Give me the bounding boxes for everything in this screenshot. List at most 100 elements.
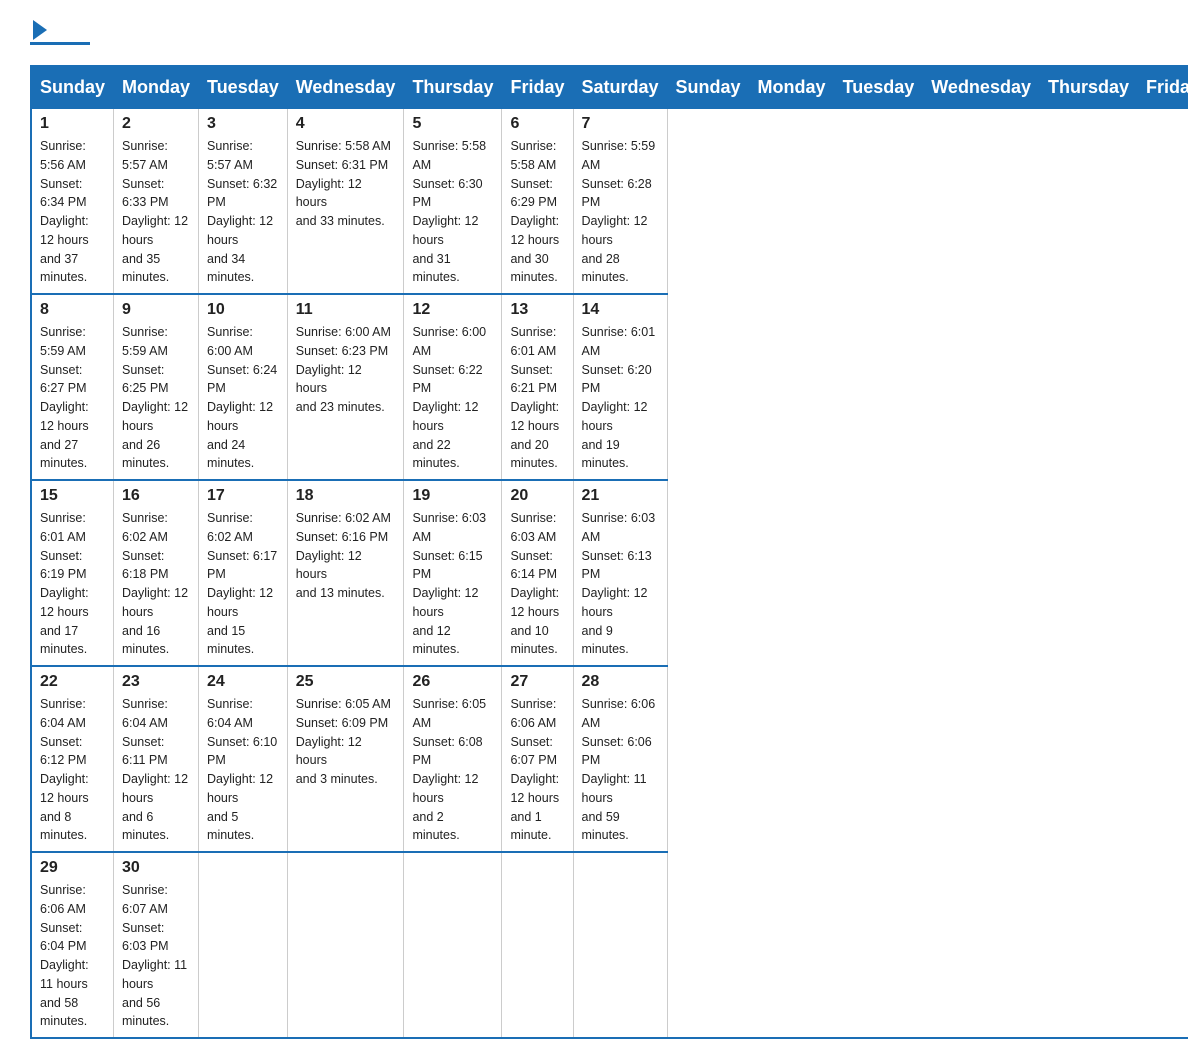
calendar-day-cell: 24 Sunrise: 6:04 AMSunset: 6:10 PMDayligh… — [199, 666, 288, 852]
calendar-day-cell: 26 Sunrise: 6:05 AMSunset: 6:08 PMDayligh… — [404, 666, 502, 852]
day-info: Sunrise: 5:59 AMSunset: 6:28 PMDaylight:… — [582, 137, 659, 287]
day-number: 8 — [40, 301, 105, 319]
day-info: Sunrise: 6:03 AMSunset: 6:15 PMDaylight:… — [412, 509, 493, 659]
day-number: 17 — [207, 487, 279, 505]
day-number: 7 — [582, 115, 659, 133]
calendar-day-cell: 21 Sunrise: 6:03 AMSunset: 6:13 PMDayligh… — [573, 480, 667, 666]
calendar-week-row: 29 Sunrise: 6:06 AMSunset: 6:04 PMDayligh… — [31, 852, 1188, 1038]
day-info: Sunrise: 6:00 AMSunset: 6:24 PMDaylight:… — [207, 323, 279, 473]
calendar-day-cell: 30 Sunrise: 6:07 AMSunset: 6:03 PMDayligh… — [114, 852, 199, 1038]
day-info: Sunrise: 6:06 AMSunset: 6:06 PMDaylight:… — [582, 695, 659, 845]
calendar-day-cell: 14 Sunrise: 6:01 AMSunset: 6:20 PMDayligh… — [573, 294, 667, 480]
day-number: 21 — [582, 487, 659, 505]
calendar-day-cell: 5Sunrise: 5:58 AMSunset: 6:30 PMDaylight… — [404, 109, 502, 295]
calendar-week-row: 15Sunrise: 6:01 AMSunset: 6:19 PMDayligh… — [31, 480, 1188, 666]
calendar-day-cell: 8Sunrise: 5:59 AMSunset: 6:27 PMDaylight… — [31, 294, 114, 480]
day-info: Sunrise: 6:02 AMSunset: 6:17 PMDaylight:… — [207, 509, 279, 659]
weekday-header-thursday: Thursday — [404, 66, 502, 109]
day-number: 16 — [122, 487, 190, 505]
calendar-day-cell: 16Sunrise: 6:02 AMSunset: 6:18 PMDayligh… — [114, 480, 199, 666]
calendar-day-cell: 17 Sunrise: 6:02 AMSunset: 6:17 PMDayligh… — [199, 480, 288, 666]
calendar-day-cell: 23 Sunrise: 6:04 AMSunset: 6:11 PMDayligh… — [114, 666, 199, 852]
day-number: 18 — [296, 487, 396, 505]
day-info: Sunrise: 6:06 AMSunset: 6:04 PMDaylight:… — [40, 881, 105, 1031]
day-info: Sunrise: 5:56 AMSunset: 6:34 PMDaylight:… — [40, 137, 105, 287]
calendar-day-cell: 13 Sunrise: 6:01 AMSunset: 6:21 PMDayligh… — [502, 294, 573, 480]
weekday-header-friday: Friday — [502, 66, 573, 109]
day-info: Sunrise: 6:00 AMSunset: 6:23 PMDaylight:… — [296, 323, 396, 417]
day-info: Sunrise: 5:59 AMSunset: 6:25 PMDaylight:… — [122, 323, 190, 473]
page-header — [30, 20, 1158, 45]
day-number: 24 — [207, 673, 279, 691]
weekday-header-saturday: Saturday — [573, 66, 667, 109]
day-info: Sunrise: 6:04 AMSunset: 6:12 PMDaylight:… — [40, 695, 105, 845]
calendar-day-cell — [199, 852, 288, 1038]
logo-underline — [30, 42, 90, 45]
day-info: Sunrise: 6:01 AMSunset: 6:21 PMDaylight:… — [510, 323, 564, 473]
calendar-day-cell: 27Sunrise: 6:06 AMSunset: 6:07 PMDayligh… — [502, 666, 573, 852]
day-info: Sunrise: 6:04 AMSunset: 6:10 PMDaylight:… — [207, 695, 279, 845]
day-info: Sunrise: 6:02 AMSunset: 6:16 PMDaylight:… — [296, 509, 396, 603]
day-info: Sunrise: 6:01 AMSunset: 6:20 PMDaylight:… — [582, 323, 659, 473]
day-number: 27 — [510, 673, 564, 691]
calendar-day-cell — [287, 852, 404, 1038]
day-number: 3 — [207, 115, 279, 133]
calendar-day-cell: 18 Sunrise: 6:02 AMSunset: 6:16 PMDayligh… — [287, 480, 404, 666]
calendar-week-row: 8Sunrise: 5:59 AMSunset: 6:27 PMDaylight… — [31, 294, 1188, 480]
day-number: 6 — [510, 115, 564, 133]
calendar-week-row: 1 Sunrise: 5:56 AMSunset: 6:34 PMDaylight… — [31, 109, 1188, 295]
calendar-day-cell: 19 Sunrise: 6:03 AMSunset: 6:15 PMDayligh… — [404, 480, 502, 666]
weekday-header-row: SundayMondayTuesdayWednesdayThursdayFrid… — [31, 66, 1188, 109]
day-number: 30 — [122, 859, 190, 877]
day-info: Sunrise: 5:57 AMSunset: 6:32 PMDaylight:… — [207, 137, 279, 287]
logo-triangle-icon — [33, 20, 47, 40]
calendar-day-cell: 3 Sunrise: 5:57 AMSunset: 6:32 PMDaylight… — [199, 109, 288, 295]
weekday-header-tuesday: Tuesday — [199, 66, 288, 109]
day-number: 4 — [296, 115, 396, 133]
calendar-day-cell: 11Sunrise: 6:00 AMSunset: 6:23 PMDayligh… — [287, 294, 404, 480]
weekday-header-monday: Monday — [749, 66, 834, 109]
calendar-day-cell — [573, 852, 667, 1038]
day-number: 28 — [582, 673, 659, 691]
day-number: 23 — [122, 673, 190, 691]
day-number: 26 — [412, 673, 493, 691]
day-info: Sunrise: 6:04 AMSunset: 6:11 PMDaylight:… — [122, 695, 190, 845]
day-number: 29 — [40, 859, 105, 877]
day-number: 14 — [582, 301, 659, 319]
day-info: Sunrise: 5:58 AMSunset: 6:29 PMDaylight:… — [510, 137, 564, 287]
day-info: Sunrise: 6:07 AMSunset: 6:03 PMDaylight:… — [122, 881, 190, 1031]
calendar-day-cell: 1 Sunrise: 5:56 AMSunset: 6:34 PMDaylight… — [31, 109, 114, 295]
weekday-header-wednesday: Wednesday — [287, 66, 404, 109]
day-info: Sunrise: 6:05 AMSunset: 6:08 PMDaylight:… — [412, 695, 493, 845]
day-number: 12 — [412, 301, 493, 319]
day-number: 22 — [40, 673, 105, 691]
calendar-day-cell: 28 Sunrise: 6:06 AMSunset: 6:06 PMDayligh… — [573, 666, 667, 852]
day-number: 20 — [510, 487, 564, 505]
day-info: Sunrise: 6:00 AMSunset: 6:22 PMDaylight:… — [412, 323, 493, 473]
day-info: Sunrise: 6:05 AMSunset: 6:09 PMDaylight:… — [296, 695, 396, 789]
calendar-day-cell: 15Sunrise: 6:01 AMSunset: 6:19 PMDayligh… — [31, 480, 114, 666]
calendar-day-cell — [502, 852, 573, 1038]
calendar-day-cell: 2 Sunrise: 5:57 AMSunset: 6:33 PMDaylight… — [114, 109, 199, 295]
calendar-day-cell: 22 Sunrise: 6:04 AMSunset: 6:12 PMDayligh… — [31, 666, 114, 852]
calendar-day-cell: 29 Sunrise: 6:06 AMSunset: 6:04 PMDayligh… — [31, 852, 114, 1038]
day-number: 5 — [412, 115, 493, 133]
calendar-day-cell: 4Sunrise: 5:58 AMSunset: 6:31 PMDaylight… — [287, 109, 404, 295]
day-info: Sunrise: 5:57 AMSunset: 6:33 PMDaylight:… — [122, 137, 190, 287]
day-number: 25 — [296, 673, 396, 691]
calendar-day-cell: 20Sunrise: 6:03 AMSunset: 6:14 PMDayligh… — [502, 480, 573, 666]
day-number: 2 — [122, 115, 190, 133]
day-info: Sunrise: 6:03 AMSunset: 6:13 PMDaylight:… — [582, 509, 659, 659]
calendar-table: SundayMondayTuesdayWednesdayThursdayFrid… — [30, 65, 1188, 1039]
weekday-header-tuesday: Tuesday — [834, 66, 923, 109]
day-number: 1 — [40, 115, 105, 133]
logo — [30, 20, 90, 45]
weekday-header-sunday: Sunday — [31, 66, 114, 109]
weekday-header-sunday: Sunday — [667, 66, 749, 109]
day-number: 13 — [510, 301, 564, 319]
calendar-day-cell: 12 Sunrise: 6:00 AMSunset: 6:22 PMDayligh… — [404, 294, 502, 480]
calendar-day-cell: 25 Sunrise: 6:05 AMSunset: 6:09 PMDayligh… — [287, 666, 404, 852]
day-number: 9 — [122, 301, 190, 319]
day-number: 15 — [40, 487, 105, 505]
day-number: 19 — [412, 487, 493, 505]
